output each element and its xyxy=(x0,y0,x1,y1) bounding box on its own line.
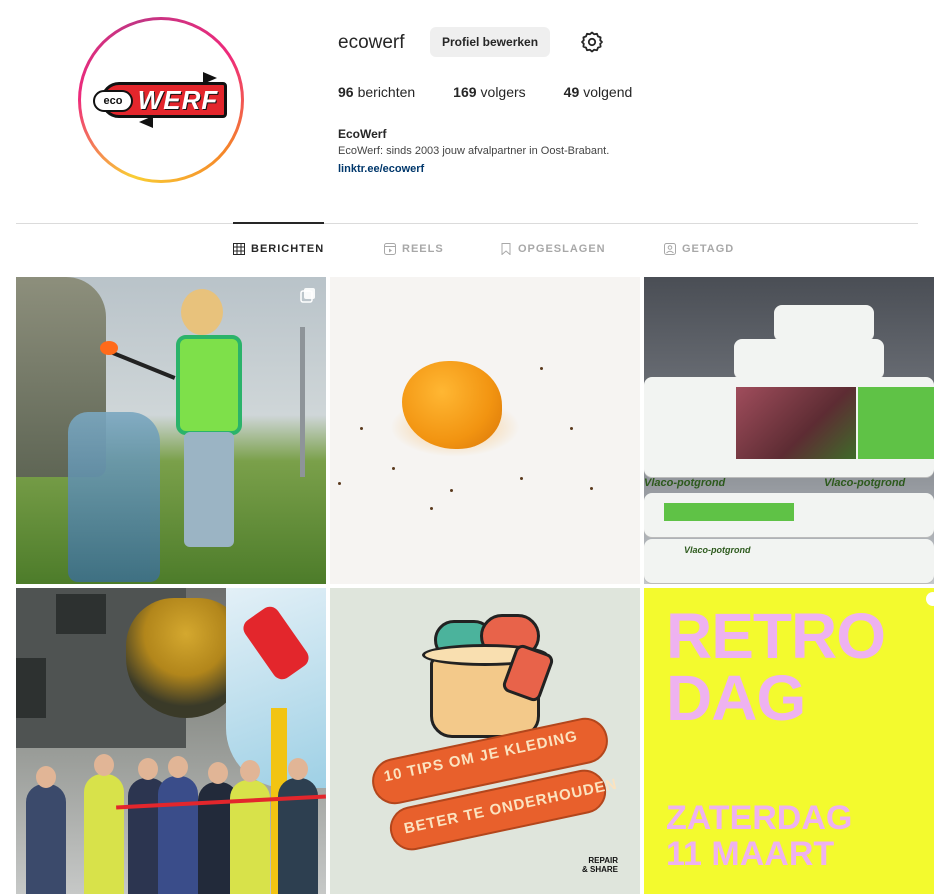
logo-werf-text: WERF xyxy=(137,84,219,115)
grabber-tip xyxy=(100,341,118,355)
safety-vest xyxy=(176,335,242,435)
trash-bag xyxy=(68,412,160,582)
bag-text: Vlaco-potgrond xyxy=(824,477,906,489)
litter-grabber xyxy=(107,349,176,380)
tag-icon xyxy=(664,243,676,255)
stat-followers[interactable]: 169 volgers xyxy=(453,84,526,100)
speck xyxy=(338,482,341,485)
post-litter-pickup[interactable] xyxy=(16,277,326,584)
tab-reels-label: REELS xyxy=(402,243,444,255)
bag-photo xyxy=(736,387,856,459)
logo-arrow-icon xyxy=(203,72,217,84)
tab-opgeslagen[interactable]: OPGESLAGEN xyxy=(500,223,606,275)
person-head xyxy=(168,756,188,778)
tab-berichten[interactable]: BERICHTEN xyxy=(233,222,325,274)
child-head xyxy=(181,289,223,335)
bio-link[interactable]: linktr.ee/ecowerf xyxy=(338,163,424,175)
retro-title: RETRO xyxy=(666,600,886,672)
logo-eco-text: eco xyxy=(93,90,133,112)
grid-icon xyxy=(233,243,245,255)
soil-bag xyxy=(774,305,874,341)
stat-posts-count: 96 xyxy=(338,84,354,100)
retro-title-2: DAG xyxy=(666,662,806,734)
person-head xyxy=(94,754,114,776)
speck xyxy=(570,427,573,430)
edit-profile-button[interactable]: Profiel bewerken xyxy=(430,27,551,57)
stat-followers-label: volgers xyxy=(480,84,526,100)
speck xyxy=(590,487,593,490)
settings-icon[interactable] xyxy=(580,30,604,54)
bio-text: EcoWerf: sinds 2003 jouw afvalpartner in… xyxy=(338,145,610,157)
bag-text: Vlaco-potgrond xyxy=(684,545,751,555)
reels-icon xyxy=(384,243,396,255)
post-orange-fruit[interactable] xyxy=(330,277,640,584)
bio-name: EcoWerf xyxy=(338,127,387,141)
person-head xyxy=(36,766,56,788)
stat-following-label: volgend xyxy=(583,84,633,100)
speck xyxy=(430,507,433,510)
profile-stats: 96 berichten 169 volgers 49 volgend xyxy=(338,84,632,100)
corner-dot xyxy=(926,592,934,606)
street-pole xyxy=(300,327,305,477)
speck xyxy=(360,427,363,430)
person-head xyxy=(208,762,228,784)
tab-getagd-label: GETAGD xyxy=(682,243,735,255)
window xyxy=(16,658,46,718)
person xyxy=(158,776,198,894)
person xyxy=(26,784,66,894)
person-head xyxy=(240,760,260,782)
speck xyxy=(392,467,395,470)
retro-date-day: ZATERDAG xyxy=(666,799,853,837)
logo-arrow-icon xyxy=(139,116,153,128)
stat-posts-label: berichten xyxy=(357,84,416,100)
child-legs xyxy=(184,432,234,547)
stat-following[interactable]: 49 volgend xyxy=(564,84,633,100)
bag-green-panel xyxy=(858,387,934,459)
speck xyxy=(540,367,543,370)
post-retro-dag[interactable]: RETRO DAG ZATERDAG 11 MAART xyxy=(644,588,934,894)
stat-posts: 96 berichten xyxy=(338,84,415,100)
person xyxy=(84,774,124,894)
tab-reels[interactable]: REELS xyxy=(384,223,444,275)
post-potting-soil[interactable]: Vlaco-potgrond Vlaco-potgrond Vlaco-potg… xyxy=(644,277,934,584)
bag-text: Vlaco-potgrond xyxy=(644,477,726,489)
soil-bag xyxy=(734,339,884,379)
posts-grid: Vlaco-potgrond Vlaco-potgrond Vlaco-potg… xyxy=(16,277,934,894)
tab-berichten-label: BERICHTEN xyxy=(251,243,325,255)
stat-followers-count: 169 xyxy=(453,84,477,100)
person-head xyxy=(288,758,308,780)
post-laundry-tips[interactable]: 10 TIPS OM JE KLEDING BETER TE ONDERHOUD… xyxy=(330,588,640,894)
avatar-inner: eco WERF xyxy=(81,20,241,180)
profile-avatar[interactable]: eco WERF xyxy=(78,17,244,183)
speck xyxy=(450,489,453,492)
repair-share-logo: REPAIR & SHARE xyxy=(581,856,618,874)
person-head xyxy=(138,758,158,780)
bookmark-icon xyxy=(501,243,511,255)
tab-opgeslagen-label: OPGESLAGEN xyxy=(518,243,606,255)
bag-green-panel xyxy=(664,503,794,521)
stat-following-count: 49 xyxy=(563,84,580,100)
post-ribbon-ceremony[interactable] xyxy=(16,588,326,894)
carousel-icon xyxy=(300,288,315,303)
retro-date: 11 MAART xyxy=(666,835,835,873)
profile-username: ecowerf xyxy=(338,32,405,53)
ecowerf-logo: eco WERF xyxy=(87,70,235,130)
speck xyxy=(520,477,523,480)
tab-getagd[interactable]: GETAGD xyxy=(664,223,734,275)
profile-tabs: BERICHTEN REELS OPGESLAGEN GETAGD xyxy=(0,222,934,275)
window xyxy=(56,594,106,634)
